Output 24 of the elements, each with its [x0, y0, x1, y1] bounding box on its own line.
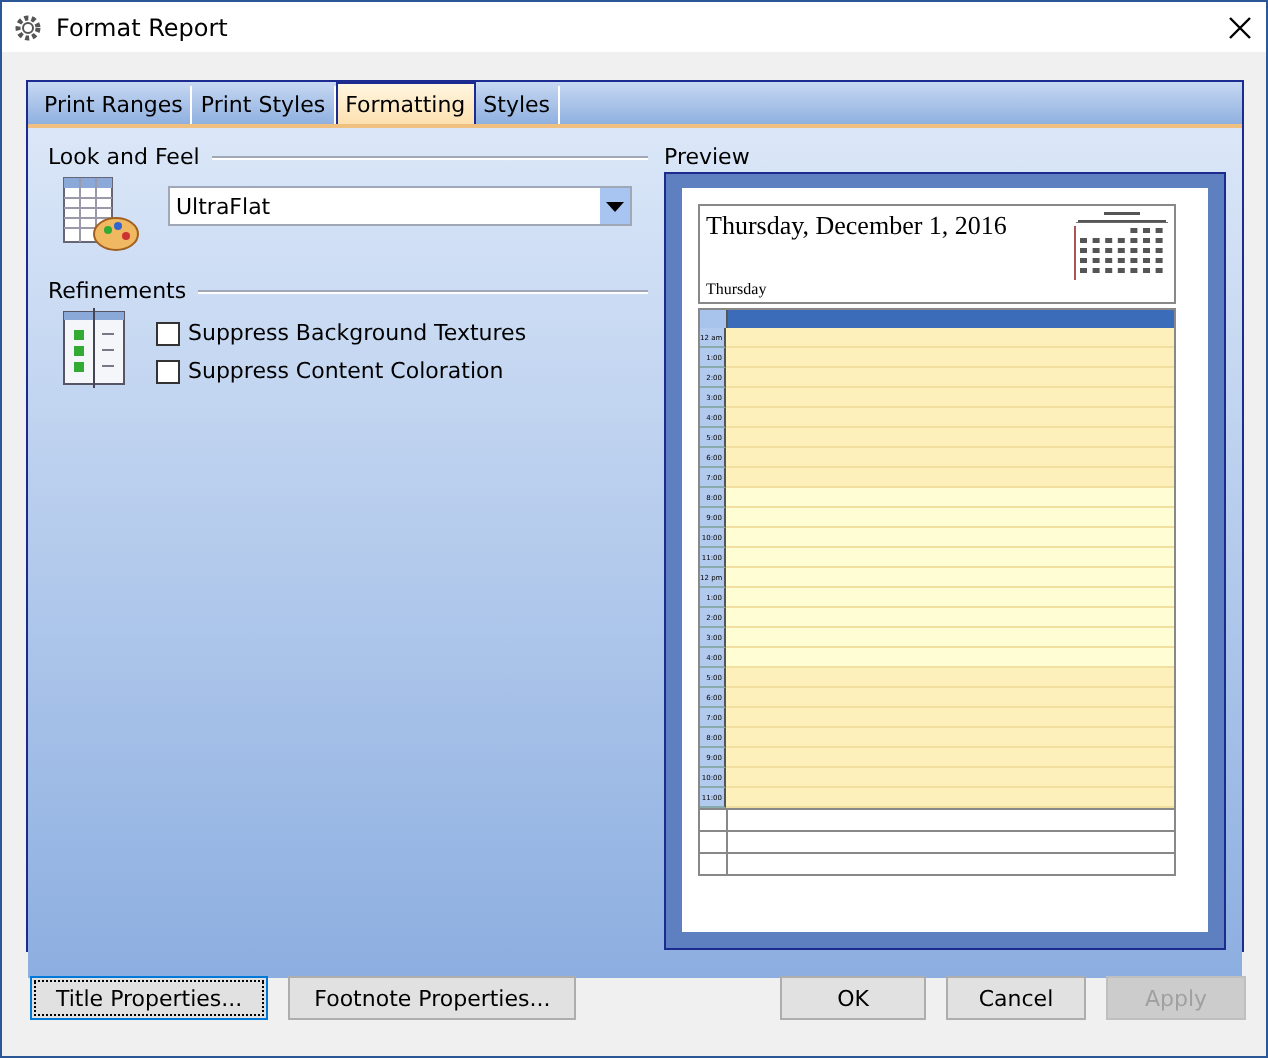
tab[interactable]: Print Ranges	[36, 86, 193, 124]
table-palette-icon	[60, 174, 140, 254]
tab[interactable]: Styles	[475, 86, 561, 124]
dialog-button[interactable]: Cancel	[946, 976, 1086, 1020]
preview-subtitle: Thursday	[706, 280, 769, 298]
dialog-button[interactable]: OK	[780, 976, 926, 1020]
caret-icon	[606, 201, 624, 211]
checkbox[interactable]	[156, 359, 180, 383]
gear-icon	[14, 13, 42, 41]
list-icon	[60, 308, 128, 388]
window-title: Format Report	[56, 13, 230, 41]
dialog-button[interactable]: Footnote Properties...	[288, 976, 577, 1020]
checkbox[interactable]	[156, 321, 180, 345]
tab[interactable]: Formatting	[335, 82, 476, 124]
section-heading: Look and Feel	[48, 144, 200, 170]
section-heading: Refinements	[48, 278, 187, 304]
section-heading: Preview	[664, 144, 752, 170]
dropdown[interactable]: UltraFlat	[168, 186, 632, 226]
close-icon[interactable]	[1226, 13, 1254, 41]
checkbox-option[interactable]: Suppress Background Textures	[156, 320, 527, 346]
schedule-corner	[700, 310, 728, 328]
preview-title: Thursday, December 1, 2016	[706, 210, 1007, 242]
checkbox-option[interactable]: Suppress Content Coloration	[156, 358, 527, 384]
dialog-button[interactable]: Title Properties...	[30, 976, 269, 1020]
